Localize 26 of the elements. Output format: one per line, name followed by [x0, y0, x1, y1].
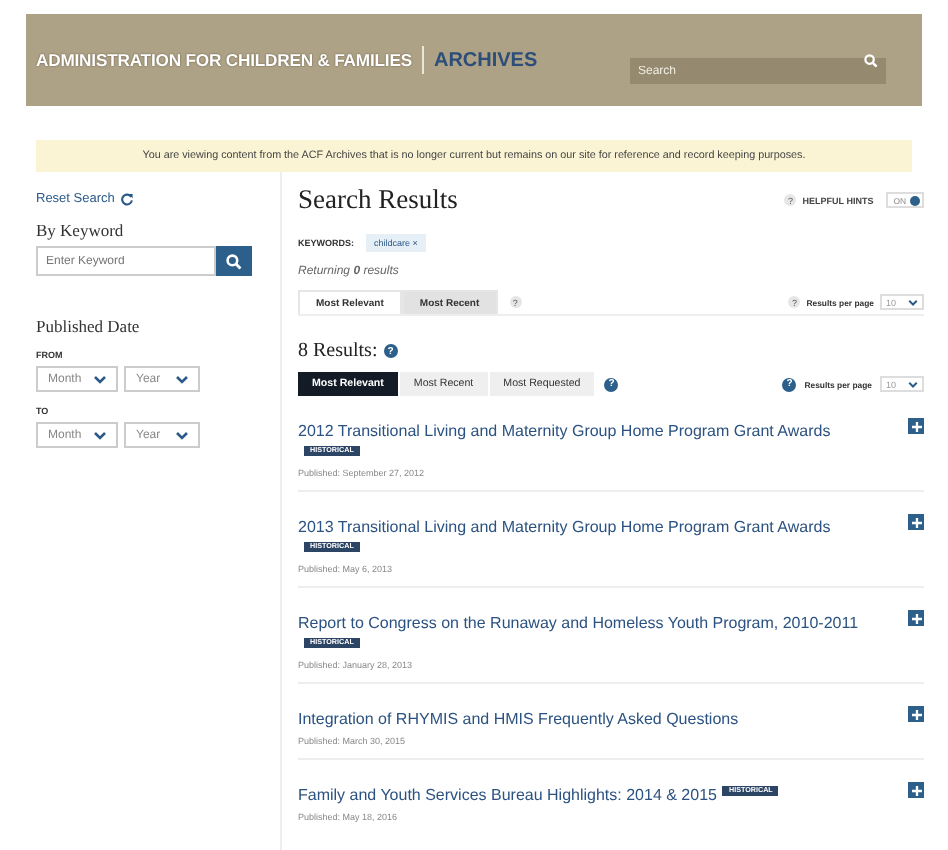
search-icon: [226, 253, 242, 269]
result-title-link[interactable]: Report to Congress on the Runaway and Homeless Youth Program, 2010-2011: [298, 614, 859, 632]
search-icon: [864, 53, 878, 67]
chevron-icon: [908, 381, 918, 387]
expand-button[interactable]: [908, 610, 924, 626]
chevron-icon: [908, 299, 918, 305]
section-title: ARCHIVES: [433, 49, 538, 71]
chevron-icon: [176, 375, 188, 383]
chevron-icon: [176, 431, 188, 439]
refresh-icon: [120, 192, 135, 206]
search-button[interactable]: [216, 246, 252, 276]
results-count: 8 Results:: [298, 340, 378, 362]
result-title-link[interactable]: 2012 Transitional Living and Maternity Group Home Program Grant Awards: [298, 422, 831, 440]
date-heading: Published Date: [36, 316, 142, 336]
page-title: Search Results: [298, 184, 458, 216]
expand-button[interactable]: [908, 782, 924, 798]
result-title-link[interactable]: 2013 Transitional Living and Maternity Group Home Program Grant Awards: [298, 518, 831, 536]
expand-button[interactable]: [908, 706, 924, 722]
chevron-icon: [94, 375, 106, 383]
result-title-link[interactable]: Integration of RHYMIS and HMIS Frequently Asked Questions: [298, 710, 739, 728]
result-title-link[interactable]: Family and Youth Services Bureau Highlights: 2014 & 2015: [298, 786, 717, 804]
expand-button[interactable]: [908, 514, 924, 530]
keyword-heading: By Keyword: [36, 220, 126, 240]
expand-button[interactable]: [908, 418, 924, 434]
site-title: ADMINISTRATION FOR CHILDREN & FAMILIES: [36, 50, 412, 70]
chevron-icon: [94, 431, 106, 439]
